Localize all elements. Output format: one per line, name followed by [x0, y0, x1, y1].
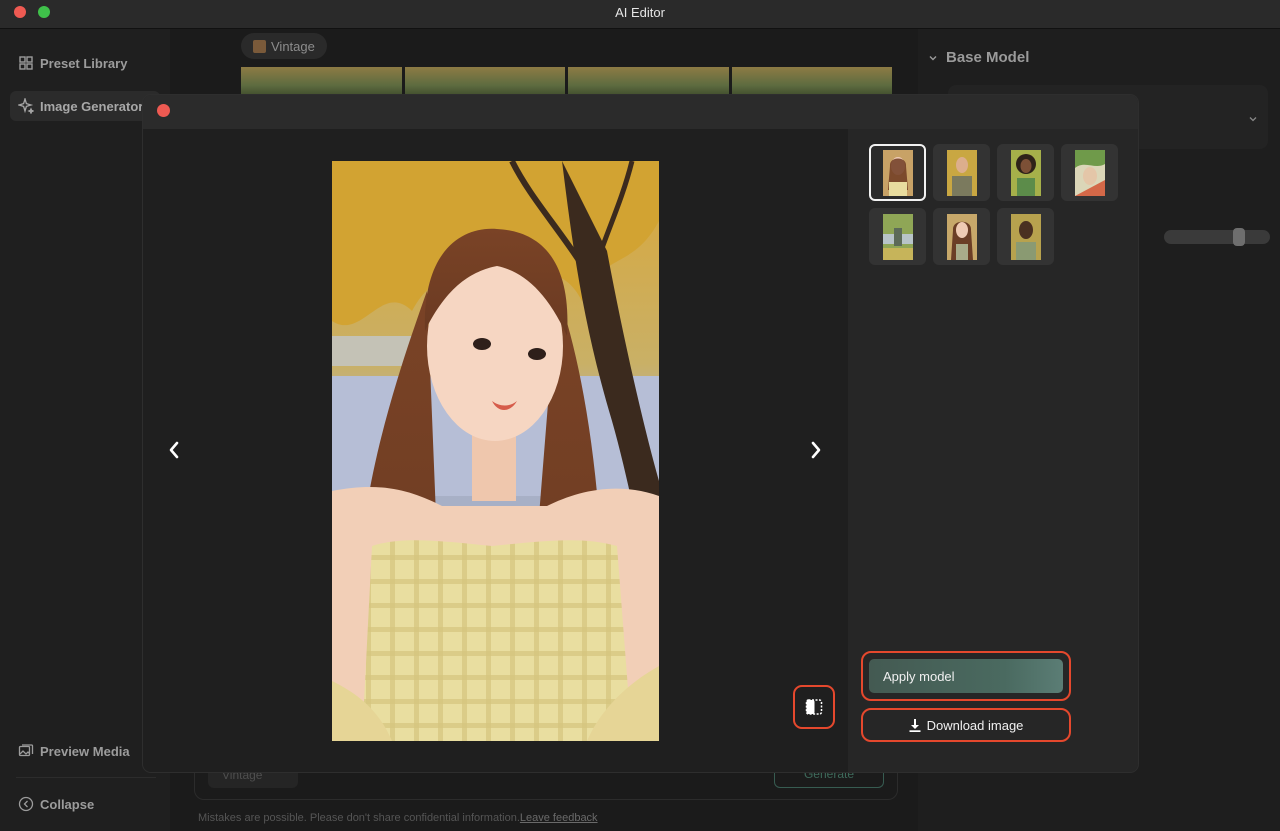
strength-slider[interactable]: [1164, 230, 1270, 244]
grid-icon: [19, 56, 33, 70]
base-model-section[interactable]: Base Model: [928, 49, 1029, 66]
window-title: AI Editor: [615, 5, 665, 20]
image-preview-modal: Apply model Download image: [143, 95, 1138, 772]
sidebar-item-preset-library[interactable]: Preset Library: [10, 48, 135, 78]
disclaimer-text: Mistakes are possible. Please don't shar…: [198, 812, 520, 824]
chevron-right-icon: [811, 441, 821, 459]
sidebar-item-label: Preview Media: [40, 743, 130, 759]
section-title: Base Model: [946, 49, 1030, 66]
image-viewer: [143, 129, 848, 772]
chevron-left-circle-icon: [18, 796, 34, 812]
chevron-left-icon: [169, 441, 179, 459]
images-icon: [18, 744, 34, 757]
download-icon: [909, 718, 921, 732]
style-chip-label: Vintage: [271, 38, 315, 54]
model-results-panel: Apply model Download image: [848, 129, 1138, 772]
apply-model-label: Apply model: [883, 668, 955, 684]
thumbnail-man-smiling[interactable]: [997, 208, 1054, 265]
previous-image-button[interactable]: [161, 437, 187, 463]
apply-model-button[interactable]: Apply model: [869, 659, 1063, 693]
style-chip[interactable]: Vintage: [241, 33, 327, 59]
background-image-strip: [241, 67, 892, 97]
thumbnail-vintage-scene[interactable]: [869, 208, 926, 265]
thumbnail-man-suit[interactable]: [933, 144, 990, 201]
collapse-button[interactable]: Collapse: [10, 789, 102, 819]
thumbnail-woman-portrait[interactable]: [869, 144, 926, 201]
sidebar-item-label: Image Generator: [40, 98, 144, 114]
disclaimer: Mistakes are possible. Please don't shar…: [198, 812, 598, 824]
modal-close-button[interactable]: [157, 104, 170, 117]
modal-header: [143, 95, 1138, 129]
sparkle-icon: [18, 98, 34, 114]
sidebar-item-preview-media[interactable]: Preview Media: [10, 736, 138, 766]
download-image-button[interactable]: Download image: [863, 710, 1069, 740]
chevron-down-icon: [1249, 117, 1257, 122]
slider-thumb[interactable]: [1233, 228, 1245, 246]
sidebar-item-label: Preset Library: [40, 55, 128, 71]
thumbnail-vintage-poster[interactable]: [1061, 144, 1118, 201]
download-image-label: Download image: [926, 717, 1024, 733]
sidebar-item-label: Collapse: [40, 796, 95, 812]
leave-feedback-link[interactable]: Leave feedback: [520, 812, 598, 824]
next-image-button[interactable]: [803, 437, 829, 463]
sidebar-item-image-generator[interactable]: Image Generator: [10, 91, 160, 121]
download-image-highlight: Download image: [861, 708, 1071, 742]
sidebar-divider: [16, 777, 156, 778]
chevron-down-icon: [929, 55, 937, 60]
apply-model-highlight: Apply model: [861, 651, 1071, 701]
vintage-icon: [253, 39, 266, 53]
thumbnail-woman-long-hair[interactable]: [933, 208, 990, 265]
thumbnail-woman-curly[interactable]: [997, 144, 1054, 201]
split-view-icon: [805, 699, 823, 715]
compare-toggle-button[interactable]: [793, 685, 835, 729]
title-bar: AI Editor: [0, 0, 1280, 29]
generated-image: [332, 161, 659, 741]
